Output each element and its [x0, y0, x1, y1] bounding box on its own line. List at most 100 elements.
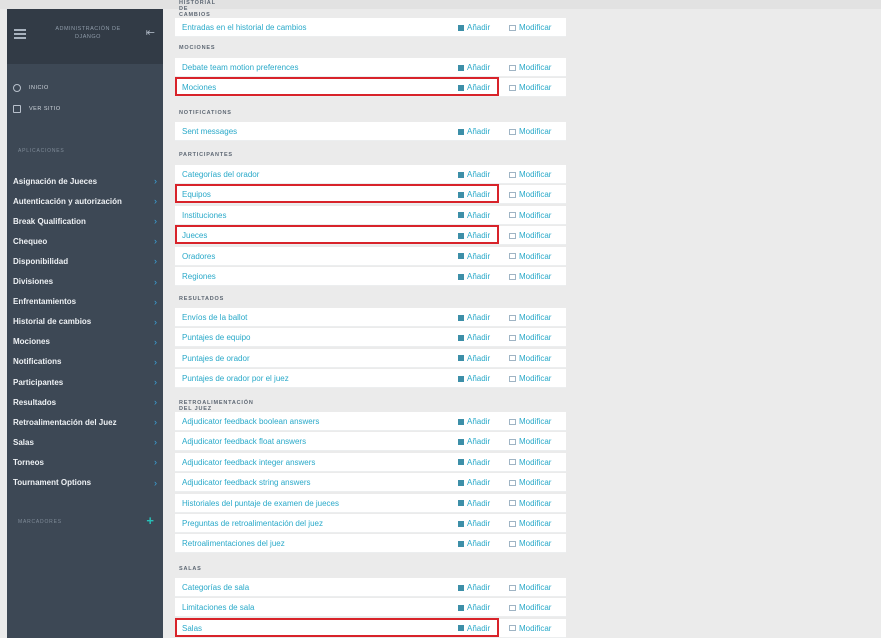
sidebar-item[interactable]: Divisiones › — [13, 275, 157, 289]
change-label: Modificar — [519, 583, 552, 592]
model-link[interactable]: Limitaciones de sala — [182, 603, 254, 612]
model-link[interactable]: Instituciones — [182, 211, 226, 220]
sidebar-item[interactable]: Notifications › — [13, 355, 157, 369]
add-label: Añadir — [467, 519, 491, 528]
change-link[interactable]: Modificar — [509, 499, 551, 508]
chevron-right-icon: › — [154, 377, 157, 387]
edit-icon — [509, 232, 516, 239]
change-link[interactable]: Modificar — [509, 170, 551, 179]
model-link[interactable]: Preguntas de retroalimentación del juez — [182, 519, 323, 528]
add-link[interactable]: Añadir — [458, 499, 490, 508]
change-link[interactable]: Modificar — [509, 190, 551, 199]
add-link[interactable]: Añadir — [458, 519, 490, 528]
model-row: Preguntas de retroalimentación del juez A… — [175, 514, 566, 533]
add-link[interactable]: Añadir — [458, 313, 490, 322]
add-link[interactable]: Añadir — [458, 211, 490, 220]
model-link[interactable]: Puntajes de equipo — [182, 333, 251, 342]
sidebar-item[interactable]: Autenticación y autorización › — [13, 194, 157, 208]
model-link[interactable]: Adjudicator feedback integer answers — [182, 458, 315, 467]
change-link[interactable]: Modificar — [509, 374, 551, 383]
add-link[interactable]: Añadir — [458, 478, 490, 487]
add-link[interactable]: Añadir — [458, 272, 490, 281]
sidebar-item[interactable]: Mociones › — [13, 335, 157, 349]
sidebar-item[interactable]: Chequeo › — [13, 234, 157, 248]
change-link[interactable]: Modificar — [509, 583, 551, 592]
model-link[interactable]: Sent messages — [182, 127, 237, 136]
add-link[interactable]: Añadir — [458, 417, 490, 426]
change-link[interactable]: Modificar — [509, 519, 551, 528]
add-link[interactable]: Añadir — [458, 539, 490, 548]
site-title[interactable]: Administración de Django — [43, 25, 133, 41]
add-link[interactable]: Añadir — [458, 23, 490, 32]
model-link[interactable]: Adjudicator feedback boolean answers — [182, 417, 319, 426]
add-bookmark-icon[interactable]: + — [146, 513, 154, 528]
change-link[interactable]: Modificar — [509, 313, 551, 322]
model-row: Categorías del orador Añadir Modificar — [175, 165, 566, 184]
change-link[interactable]: Modificar — [509, 539, 551, 548]
add-link[interactable]: Añadir — [458, 127, 490, 136]
change-label: Modificar — [519, 170, 552, 179]
model-link[interactable]: Regiones — [182, 272, 216, 281]
menu-icon[interactable] — [14, 29, 26, 41]
sidebar-item[interactable]: Tournament Options › — [13, 476, 157, 490]
model-link[interactable]: Historiales del puntaje de examen de jue… — [182, 499, 339, 508]
sidebar-item[interactable]: Torneos › — [13, 455, 157, 469]
change-link[interactable]: Modificar — [509, 417, 551, 426]
change-link[interactable]: Modificar — [509, 127, 551, 136]
model-link[interactable]: Puntajes de orador por el juez — [182, 374, 289, 383]
apps-section-title: Aplicaciones — [18, 148, 65, 154]
model-link[interactable]: Categorías del orador — [182, 170, 259, 179]
sidebar-item[interactable]: Asignación de Jueces › — [13, 174, 157, 188]
change-link[interactable]: Modificar — [509, 252, 551, 261]
collapse-arrow-icon[interactable]: ⇤ — [146, 26, 155, 39]
change-link[interactable]: Modificar — [509, 354, 551, 363]
change-link[interactable]: Modificar — [509, 624, 551, 633]
change-link[interactable]: Modificar — [509, 63, 551, 72]
add-link[interactable]: Añadir — [458, 374, 490, 383]
sidebar-item[interactable]: Break Qualification › — [13, 214, 157, 228]
sidebar-item[interactable]: Resultados › — [13, 395, 157, 409]
sidebar-item[interactable]: Enfrentamientos › — [13, 295, 157, 309]
model-link[interactable]: Entradas en el historial de cambios — [182, 23, 307, 32]
add-icon — [458, 273, 464, 280]
add-link[interactable]: Añadir — [458, 63, 490, 72]
change-link[interactable]: Modificar — [509, 478, 551, 487]
change-link[interactable]: Modificar — [509, 231, 551, 240]
change-label: Modificar — [519, 498, 552, 508]
add-link[interactable]: Añadir — [458, 333, 490, 342]
sidebar-item[interactable]: Salas › — [13, 435, 157, 449]
model-row: Entradas en el historial de cambios Añadi… — [175, 18, 566, 37]
sidebar-item[interactable]: Historial de cambios › — [13, 315, 157, 329]
model-link[interactable]: Categorías de sala — [182, 583, 249, 592]
sidebar-item[interactable]: Disponibilidad › — [13, 254, 157, 268]
model-link[interactable]: Oradores — [182, 252, 215, 261]
add-link[interactable]: Añadir — [458, 170, 490, 179]
sidebar-view-site[interactable]: Ver sitio — [13, 103, 61, 115]
model-link[interactable]: Debate team motion preferences — [182, 63, 299, 72]
change-link[interactable]: Modificar — [509, 83, 551, 92]
model-link[interactable]: Retroalimentaciones del juez — [182, 539, 285, 548]
sidebar-item[interactable]: Retroalimentación del Juez › — [13, 415, 157, 429]
change-link[interactable]: Modificar — [509, 603, 551, 612]
change-link[interactable]: Modificar — [509, 333, 551, 342]
change-link[interactable]: Modificar — [509, 272, 551, 281]
change-link[interactable]: Modificar — [509, 458, 551, 467]
model-link[interactable]: Puntajes de orador — [182, 354, 250, 363]
change-link[interactable]: Modificar — [509, 23, 551, 32]
add-link[interactable]: Añadir — [458, 252, 490, 261]
chevron-right-icon: › — [154, 256, 157, 267]
chevron-right-icon: › — [154, 276, 157, 287]
model-link[interactable]: Adjudicator feedback float answers — [182, 437, 306, 446]
change-link[interactable]: Modificar — [509, 211, 551, 220]
sidebar-item[interactable]: Participantes › — [13, 375, 157, 389]
add-link[interactable]: Añadir — [458, 583, 490, 592]
add-link[interactable]: Añadir — [458, 458, 490, 467]
sidebar-home[interactable]: Inicio — [13, 82, 49, 94]
browser-top-strip — [0, 0, 881, 9]
add-link[interactable]: Añadir — [458, 437, 490, 446]
change-link[interactable]: Modificar — [509, 437, 551, 446]
model-link[interactable]: Adjudicator feedback string answers — [182, 478, 311, 487]
add-link[interactable]: Añadir — [458, 603, 490, 612]
add-link[interactable]: Añadir — [458, 354, 490, 363]
model-link[interactable]: Envíos de la ballot — [182, 313, 247, 322]
